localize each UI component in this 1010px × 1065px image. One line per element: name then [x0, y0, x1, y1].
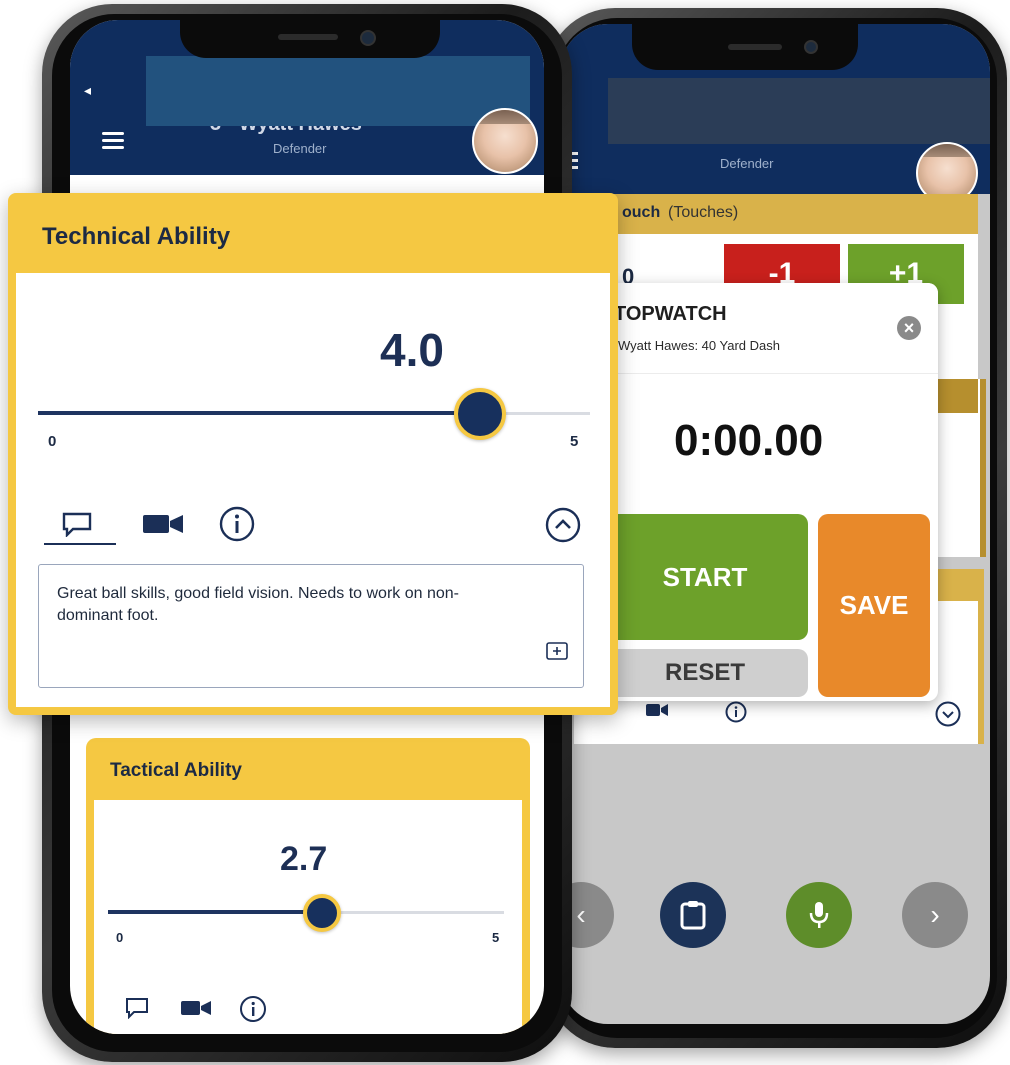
- next-button[interactable]: ›: [902, 882, 968, 948]
- touch-card-title: ouch: [622, 204, 661, 221]
- info-icon[interactable]: [724, 700, 748, 724]
- tactical-slider-fill: [108, 910, 322, 914]
- redacted-header-block: [146, 56, 530, 126]
- touch-card-subtitle: (Touches): [668, 204, 739, 221]
- video-icon[interactable]: [180, 996, 212, 1020]
- video-icon[interactable]: [644, 700, 670, 720]
- technical-min-label: 0: [48, 433, 57, 450]
- stopwatch-title: TOPWATCH: [614, 303, 727, 325]
- tactical-slider-knob[interactable]: [302, 894, 341, 932]
- note-text: Great ball skills, good field vision. Ne…: [57, 585, 459, 624]
- stopwatch-subtitle: Wyatt Hawes: 40 Yard Dash: [618, 338, 780, 353]
- stopwatch-time: 0:00.00: [674, 416, 824, 465]
- note-textarea[interactable]: Great ball skills, good field vision. Ne…: [38, 564, 584, 688]
- back-arrow-icon[interactable]: ◂: [84, 82, 91, 99]
- expand-icon[interactable]: [545, 641, 569, 661]
- tactical-min-label: 0: [116, 930, 124, 945]
- tactical-card: Tactical Ability 2.7 0 5: [86, 738, 530, 1034]
- tactical-card-title: Tactical Ability: [110, 760, 242, 781]
- microphone-icon: [809, 902, 829, 928]
- tactical-max-label: 5: [492, 930, 500, 945]
- stopwatch-dialog: TOPWATCH Wyatt Hawes: 40 Yard Dash × 0:0…: [608, 283, 938, 701]
- technical-card-title: Technical Ability: [42, 223, 231, 250]
- stopwatch-display: 0:00.00: [608, 373, 938, 516]
- technical-slider-fill: [38, 411, 480, 415]
- technical-value: 4.0: [380, 324, 444, 376]
- clipboard-button[interactable]: [660, 882, 726, 948]
- tactical-card-body: 2.7 0 5: [94, 800, 522, 1034]
- info-icon[interactable]: [218, 505, 256, 543]
- touch-card-header: ouch (Touches): [574, 194, 978, 234]
- front-phone-speaker: [278, 34, 338, 40]
- player-role: Defender: [273, 141, 327, 156]
- chevron-down-icon[interactable]: [934, 700, 962, 728]
- player-avatar[interactable]: [472, 108, 538, 174]
- back-phone-speaker: [728, 44, 782, 50]
- stopwatch-header: TOPWATCH Wyatt Hawes: 40 Yard Dash ×: [608, 283, 938, 373]
- video-icon[interactable]: [142, 509, 184, 539]
- close-icon[interactable]: ×: [897, 316, 921, 340]
- redacted-header-block: [608, 78, 990, 144]
- microphone-button[interactable]: [786, 882, 852, 948]
- tactical-value: 2.7: [280, 840, 328, 878]
- technical-slider-knob[interactable]: [453, 388, 506, 440]
- chevron-up-icon[interactable]: [544, 506, 582, 544]
- reset-button[interactable]: RESET: [608, 649, 808, 697]
- front-phone-camera: [360, 30, 376, 46]
- back-phone-camera: [804, 40, 818, 54]
- menu-icon[interactable]: [102, 128, 124, 153]
- save-button[interactable]: SAVE: [818, 514, 930, 697]
- comment-icon[interactable]: [60, 509, 94, 539]
- comment-tab-underline: [44, 543, 116, 545]
- player-role: Defender: [720, 156, 774, 171]
- start-button[interactable]: START: [608, 514, 808, 640]
- technical-card-body: 4.0 0 5 Great ball skills, good field vi…: [16, 273, 610, 707]
- clipboard-icon: [680, 901, 706, 930]
- comment-icon[interactable]: [124, 996, 150, 1020]
- info-icon[interactable]: [238, 994, 268, 1024]
- technical-max-label: 5: [570, 433, 579, 450]
- technical-card: Technical Ability 4.0 0 5 Great ball ski…: [8, 193, 618, 715]
